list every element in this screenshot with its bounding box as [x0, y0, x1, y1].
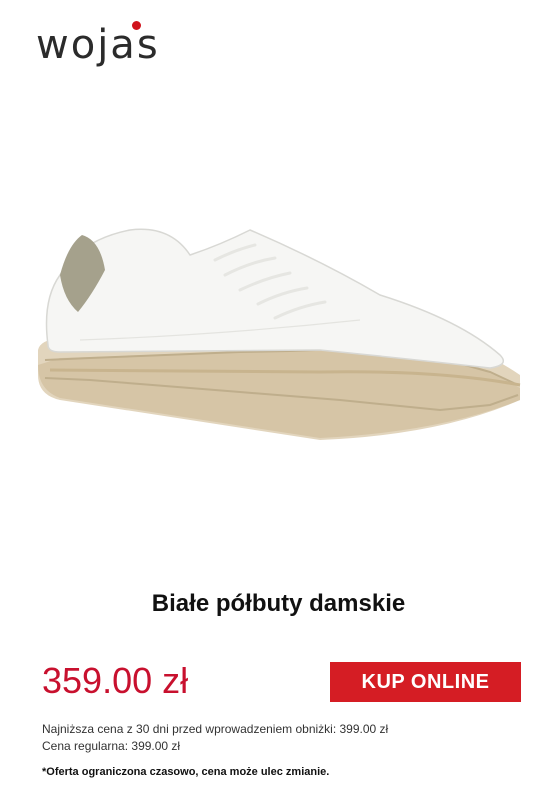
buy-online-button[interactable]: KUP ONLINE [330, 662, 521, 702]
regular-price-note: Cena regularna: 399.00 zł [42, 739, 181, 753]
lowest-price-note: Najniższa cena z 30 dni przed wprowadzen… [42, 722, 389, 736]
product-title: Białe półbuty damskie [151, 590, 406, 617]
offer-disclaimer: *Oferta ograniczona czasowo, cena może u… [42, 766, 330, 778]
product-price: 359.00 zł [42, 660, 189, 701]
brand-logo[interactable]: wojas [36, 20, 160, 70]
logo-dot-icon [132, 21, 141, 30]
white-sneaker-image [38, 228, 521, 440]
